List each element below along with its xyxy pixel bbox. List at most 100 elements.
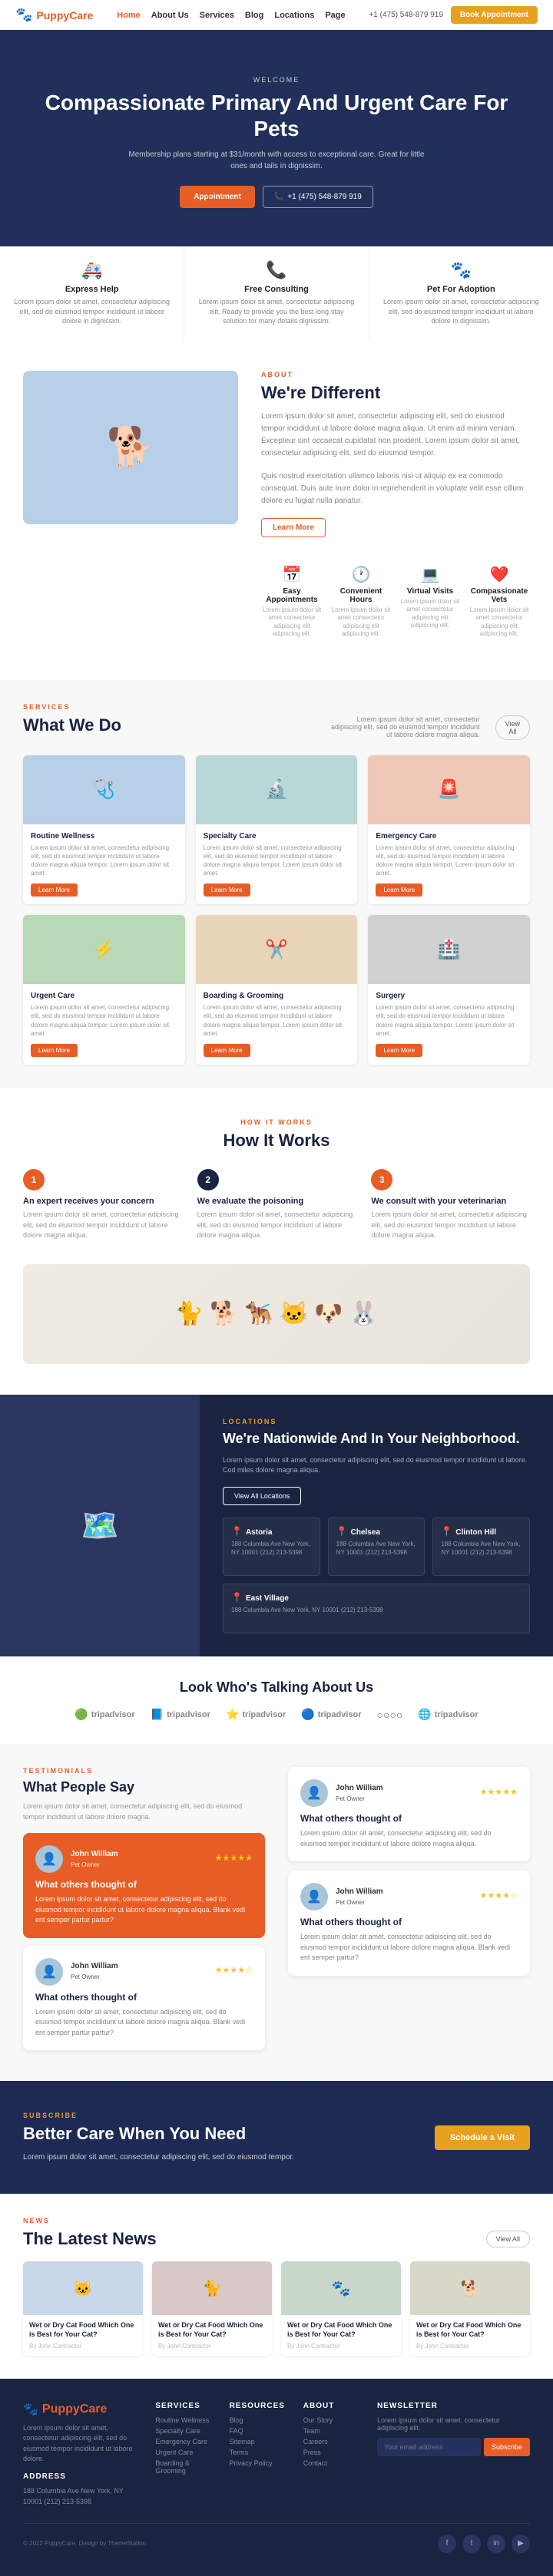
service-specialty-title: Specialty Care: [204, 832, 350, 841]
footer-about-2[interactable]: Team: [303, 2427, 362, 2435]
eastvillage-name: East Village: [246, 1594, 289, 1603]
testimonial-card-r2: 👤 John William Pet Owner ★★★★☆ What othe…: [288, 1871, 530, 1976]
twitter-icon[interactable]: t: [462, 2535, 481, 2553]
service-card-urgent: ⚡ Urgent Care Lorem ipsum dolor sit amet…: [23, 915, 185, 1065]
eastvillage-pin-icon: 📍: [231, 1592, 243, 1603]
footer-resource-1[interactable]: Blog: [230, 2416, 288, 2424]
better-care-content: SUBSCRIBE Better Care When You Need Lore…: [23, 2112, 412, 2163]
schedule-visit-button[interactable]: Schedule a Visit: [435, 2125, 530, 2150]
brand-1-name: tripadvisor: [91, 1710, 135, 1719]
step-3-num: 3: [371, 1169, 392, 1191]
step-1: 1 An expert receives your concern Lorem …: [23, 1169, 182, 1241]
footer-service-3[interactable]: Emergency Care: [155, 2438, 214, 2446]
nav-blog[interactable]: Blog: [245, 11, 263, 20]
footer-service-1[interactable]: Routine Wellness: [155, 2416, 214, 2424]
nav-services[interactable]: Services: [200, 11, 234, 20]
hours-icon: 🕐: [330, 565, 392, 584]
footer-about-1[interactable]: Our Story: [303, 2416, 362, 2424]
footer-about-text: Lorem ipsum dolor sit amet, consectetur …: [23, 2423, 140, 2465]
news-img-2: 🐈: [152, 2261, 272, 2315]
footer-service-2[interactable]: Specialty Care: [155, 2427, 214, 2435]
service-specialty-text: Lorem ipsum dolor sit amet, consectetur …: [204, 844, 350, 878]
step-2-title: We evaluate the poisoning: [197, 1197, 356, 1206]
services-grid: 🩺 Routine Wellness Lorem ipsum dolor sit…: [23, 755, 530, 1065]
facebook-icon[interactable]: f: [438, 2535, 456, 2553]
feature-cards: 🚑 Express Help Lorem ipsum dolor sit ame…: [0, 246, 553, 340]
footer-resource-3[interactable]: Sitemap: [230, 2438, 288, 2446]
how-title: How It Works: [23, 1131, 530, 1151]
nav-locations[interactable]: Locations: [274, 11, 314, 20]
chelsea-addr: 188 Columbia Ave New York, NY 10001 (212…: [336, 1540, 417, 1557]
footer-about-5[interactable]: Contact: [303, 2459, 362, 2467]
youtube-icon[interactable]: ▶: [512, 2535, 530, 2553]
footer-services-title: SERVICES: [155, 2402, 214, 2410]
news-grid: 🐱 Wet or Dry Cat Food Which One is Best …: [23, 2261, 530, 2355]
testimonial-r1-title: What others thought of: [300, 1813, 518, 1824]
testimonial-1-role: Pet Owner: [71, 1861, 100, 1868]
service-specialty-button[interactable]: Learn More: [204, 883, 250, 897]
service-surgery-button[interactable]: Learn More: [376, 1044, 422, 1057]
adoption-text: Lorem ipsum dolor sit amet, consectetur …: [382, 297, 541, 326]
feature-adoption: 🐾 Pet For Adoption Lorem ipsum dolor sit…: [369, 246, 553, 340]
service-urgent-button[interactable]: Learn More: [31, 1044, 78, 1057]
footer-newsletter-text: Lorem ipsum dolor sit amet, consectetur …: [377, 2416, 530, 2432]
service-wellness-button[interactable]: Learn More: [31, 883, 78, 897]
services-view-all-button[interactable]: View All: [495, 715, 530, 740]
footer-about-3[interactable]: Careers: [303, 2438, 362, 2446]
brand-6-name: tripadvisor: [435, 1710, 478, 1719]
service-card-wellness: 🩺 Routine Wellness Lorem ipsum dolor sit…: [23, 755, 185, 905]
footer-resource-4[interactable]: Terms: [230, 2449, 288, 2456]
footer-resource-2[interactable]: FAQ: [230, 2427, 288, 2435]
hero-section: WELCOME Compassionate Primary And Urgent…: [0, 30, 553, 246]
location-cards: 📍Astoria 188 Columbia Ave New York, NY 1…: [223, 1518, 530, 1634]
location-chelsea: 📍Chelsea 188 Columbia Ave New York, NY 1…: [328, 1518, 426, 1576]
brand-5: ○○○○: [377, 1709, 403, 1721]
what-we-do-section: SERVICES What We Do Lorem ipsum dolor si…: [0, 680, 553, 1088]
brand-6-icon: 🌐: [418, 1708, 431, 1721]
news-view-all-button[interactable]: View All: [486, 2231, 530, 2247]
news-4-title: Wet or Dry Cat Food Which One is Best fo…: [416, 2321, 524, 2339]
testimonial-2-text: Lorem ipsum dolor sit amet, consectetur …: [35, 2007, 253, 2039]
testimonials-right: 👤 John William Pet Owner ★★★★★ What othe…: [288, 1767, 530, 2058]
better-care-section: SUBSCRIBE Better Care When You Need Lore…: [0, 2081, 553, 2194]
services-header: What We Do Lorem ipsum dolor sit amet, c…: [23, 715, 530, 740]
brand-4-name: tripadvisor: [318, 1710, 362, 1719]
footer-service-4[interactable]: Urgent Care: [155, 2449, 214, 2456]
different-learn-more-button[interactable]: Learn More: [261, 518, 326, 537]
news-3-title: Wet or Dry Cat Food Which One is Best fo…: [287, 2321, 395, 2339]
testimonial-1-stars: ★★★★★: [215, 1853, 253, 1863]
footer-brand: 🐾 PuppyCare Lorem ipsum dolor sit amet, …: [23, 2402, 140, 2508]
hero-phone-button[interactable]: 📞 +1 (475) 548-879 919: [263, 186, 373, 208]
express-icon: 🚑: [12, 260, 171, 280]
nav-logo[interactable]: 🐾 PuppyCare: [15, 7, 93, 23]
better-care-text: Lorem ipsum dolor sit amet, consectetur …: [23, 2152, 412, 2163]
hero-appointment-button[interactable]: Appointment: [180, 186, 255, 208]
different-text1: Lorem ipsum dolor sit amet, consectetur …: [261, 411, 530, 460]
nav-page[interactable]: Page: [325, 11, 345, 20]
news-tag: NEWS: [23, 2217, 530, 2224]
testimonial-r2-text: Lorem ipsum dolor sit amet, consectetur …: [300, 1932, 518, 1963]
better-care-title: Better Care When You Need: [23, 2124, 412, 2144]
service-emergency-button[interactable]: Learn More: [376, 883, 422, 897]
service-boarding-button[interactable]: Learn More: [204, 1044, 250, 1057]
locations-view-all-button[interactable]: View All Locations: [223, 1487, 301, 1505]
virtual-title: Virtual Visits: [399, 587, 461, 596]
instagram-icon[interactable]: in: [487, 2535, 505, 2553]
newsletter-email-input[interactable]: [377, 2438, 481, 2456]
feature-express: 🚑 Express Help Lorem ipsum dolor sit ame…: [0, 246, 184, 340]
locations-tag: LOCATIONS: [223, 1418, 530, 1425]
footer-about-nav-title: ABOUT: [303, 2402, 362, 2410]
footer-service-5[interactable]: Boarding & Grooming: [155, 2459, 214, 2475]
step-2: 2 We evaluate the poisoning Lorem ipsum …: [197, 1169, 356, 1241]
nav-home[interactable]: Home: [117, 11, 141, 20]
newsletter-submit-button[interactable]: Subscribe: [484, 2438, 530, 2456]
chelsea-name: Chelsea: [351, 1528, 380, 1537]
nav-cta-button[interactable]: Book Appointment: [451, 6, 538, 24]
footer-about-4[interactable]: Press: [303, 2449, 362, 2456]
testimonial-card-1: 👤 John William Pet Owner ★★★★★ What othe…: [23, 1833, 265, 1938]
feature-hours: 🕐 Convenient Hours Lorem ipsum dolor sit…: [330, 565, 392, 649]
footer-resource-5[interactable]: Privacy Policy: [230, 2459, 288, 2467]
nav-about[interactable]: About Us: [151, 11, 189, 20]
service-surgery-text: Lorem ipsum dolor sit amet, consectetur …: [376, 1003, 522, 1038]
brand-3-icon: ⭐: [226, 1708, 239, 1721]
